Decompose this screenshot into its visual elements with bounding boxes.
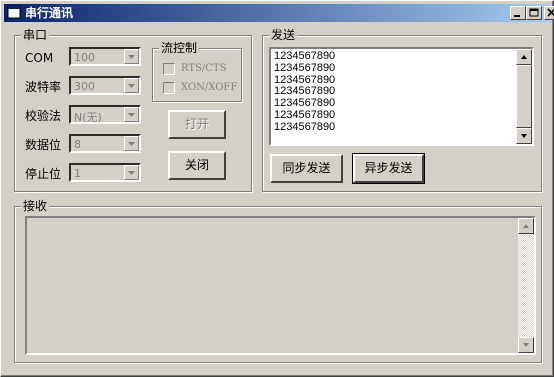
arrow-down-icon (521, 134, 527, 138)
chevron-down-icon[interactable] (124, 78, 139, 93)
close-port-label: 关闭 (184, 158, 209, 172)
port-groupbox: 串口 COM 100 波特率 300 校验法 N(无) 数据位 8 停止位 1 … (14, 28, 252, 192)
open-port-label: 打开 (184, 117, 209, 131)
chevron-down-icon[interactable] (124, 107, 139, 122)
chevron-down-icon[interactable] (124, 136, 139, 151)
scroll-thumb[interactable] (516, 65, 532, 128)
flow-group-title: 流控制 (159, 41, 200, 55)
title-bar[interactable]: 串行通讯 (4, 4, 554, 22)
parity-value: N(无) (74, 111, 102, 124)
maximize-button[interactable] (526, 6, 542, 20)
arrow-down-icon (523, 343, 529, 347)
chevron-down-icon[interactable] (124, 165, 139, 180)
databits-label: 数据位 (25, 138, 62, 152)
parity-label: 校验法 (25, 109, 62, 123)
receive-groupbox: 接收 (14, 199, 542, 363)
scroll-up-button[interactable] (518, 218, 534, 234)
sync-send-button[interactable]: 同步发送 (270, 154, 343, 183)
rts-checkbox[interactable] (163, 63, 175, 75)
open-port-button[interactable]: 打开 (168, 110, 226, 139)
stopbits-value: 1 (74, 167, 81, 180)
flow-groupbox: 流控制 RTS/CTS XON/XOFF (152, 41, 242, 102)
scroll-down-button[interactable] (518, 337, 534, 353)
receive-scrollbar[interactable] (518, 218, 534, 353)
window-title: 串行通讯 (25, 6, 74, 20)
scroll-down-button[interactable] (516, 128, 532, 144)
send-text-lines: 1234567890 1234567890 1234567890 1234567… (274, 50, 336, 134)
maximize-icon (529, 8, 539, 17)
chevron-down-icon[interactable] (124, 49, 139, 64)
async-send-button[interactable]: 异步发送 (352, 153, 425, 184)
baud-label: 波特率 (25, 80, 62, 94)
arrow-up-icon (523, 224, 529, 228)
baud-value: 300 (74, 80, 95, 93)
close-port-button[interactable]: 关闭 (168, 151, 226, 180)
minimize-button[interactable] (510, 6, 526, 20)
stopbits-label: 停止位 (25, 167, 62, 181)
stopbits-combo[interactable]: 1 (69, 163, 141, 182)
databits-value: 8 (74, 138, 81, 151)
app-icon (7, 5, 21, 19)
send-scrollbar[interactable] (516, 49, 532, 144)
send-textbox[interactable]: 1234567890 1234567890 1234567890 1234567… (269, 47, 534, 146)
xon-checkbox[interactable] (163, 82, 175, 94)
send-groupbox: 发送 1234567890 1234567890 1234567890 1234… (262, 28, 542, 192)
async-send-label: 异步发送 (364, 161, 413, 175)
arrow-up-icon (521, 55, 527, 59)
send-line: 1234567890 (274, 120, 336, 133)
com-combo[interactable]: 100 (69, 47, 141, 66)
xon-label: XON/XOFF (181, 82, 238, 93)
rts-label: RTS/CTS (181, 63, 227, 74)
send-line: 1234567890 (274, 61, 336, 74)
receive-group-title: 接收 (21, 199, 50, 213)
databits-combo[interactable]: 8 (69, 134, 141, 153)
send-line: 1234567890 (274, 108, 336, 121)
sync-send-label: 同步发送 (282, 161, 331, 175)
baud-combo[interactable]: 300 (69, 76, 141, 95)
minimize-icon (514, 15, 520, 17)
com-label: COM (25, 51, 54, 65)
close-icon (547, 8, 554, 17)
main-window: 串行通讯 串口 COM 100 波特率 300 校验法 N(无) 数据位 8 停… (0, 0, 554, 377)
send-group-title: 发送 (269, 28, 298, 42)
port-group-title: 串口 (21, 28, 50, 42)
scroll-up-button[interactable] (516, 49, 532, 65)
parity-combo[interactable]: N(无) (69, 105, 141, 124)
close-window-button[interactable] (544, 6, 554, 20)
scroll-track[interactable] (518, 234, 534, 337)
receive-textbox[interactable] (25, 216, 536, 355)
com-value: 100 (74, 51, 95, 64)
